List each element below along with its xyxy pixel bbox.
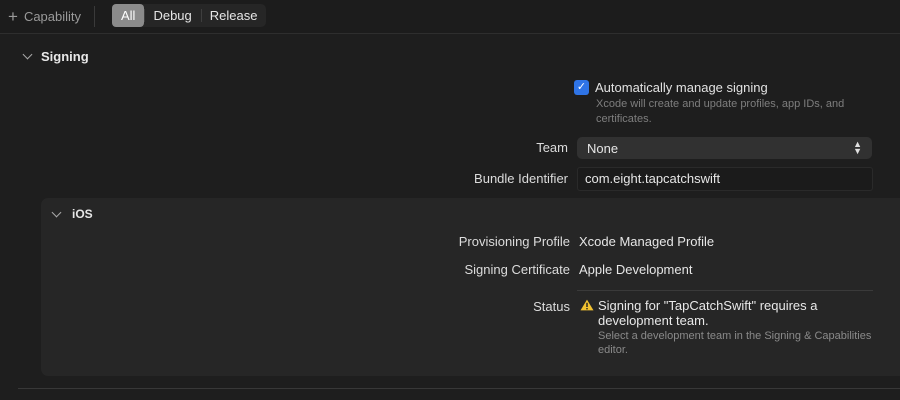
status-label: Status — [533, 299, 570, 314]
filter-all-button[interactable]: All — [112, 4, 145, 27]
add-capability-button[interactable]: + Capability — [8, 6, 81, 26]
signing-section-toggle[interactable]: Signing — [22, 46, 89, 66]
auto-manage-signing-checkbox[interactable]: ✓ Automatically manage signing — [574, 80, 768, 95]
configuration-filter: All Debug Release — [112, 4, 267, 27]
warning-icon — [580, 299, 594, 311]
ios-section-toggle[interactable]: iOS — [51, 205, 93, 223]
updown-icon: ▲ ▼ — [853, 139, 862, 156]
provisioning-profile-label: Provisioning Profile — [458, 234, 570, 249]
capabilities-toolbar: + Capability All Debug Release — [0, 0, 900, 34]
checkmark-icon: ✓ — [576, 81, 587, 93]
checkbox-checked[interactable]: ✓ — [574, 80, 589, 95]
signing-section-title: Signing — [41, 48, 89, 64]
auto-manage-signing-label: Automatically manage signing — [595, 80, 768, 95]
provisioning-profile-value: Xcode Managed Profile — [579, 234, 715, 249]
signing-certificate-label: Signing Certificate — [464, 262, 571, 277]
auto-manage-signing-description: Xcode will create and update profiles, a… — [596, 98, 845, 125]
bundle-identifier-field[interactable]: com.eight.tapcatchswift — [577, 167, 873, 191]
chevron-down-icon — [22, 49, 33, 59]
toolbar-divider — [94, 6, 95, 27]
team-value: None — [587, 140, 619, 156]
status-message: Signing for "TapCatchSwift" requires a d… — [598, 298, 818, 328]
status-help-text: Select a development team in the Signing… — [598, 330, 872, 356]
chevron-down-icon — [51, 207, 62, 217]
status-divider — [577, 290, 873, 291]
add-capability-label: Capability — [23, 8, 82, 24]
team-label: Team — [536, 140, 568, 155]
signing-certificate-value: Apple Development — [579, 262, 693, 277]
team-popup-button[interactable]: None ▲ ▼ — [577, 137, 872, 159]
filter-release-button[interactable]: Release — [200, 4, 267, 27]
filter-debug-button[interactable]: Debug — [144, 4, 200, 27]
bundle-identifier-label: Bundle Identifier — [474, 171, 568, 186]
plus-icon: + — [8, 6, 18, 26]
ios-section-title: iOS — [72, 207, 93, 221]
section-divider — [18, 388, 900, 389]
